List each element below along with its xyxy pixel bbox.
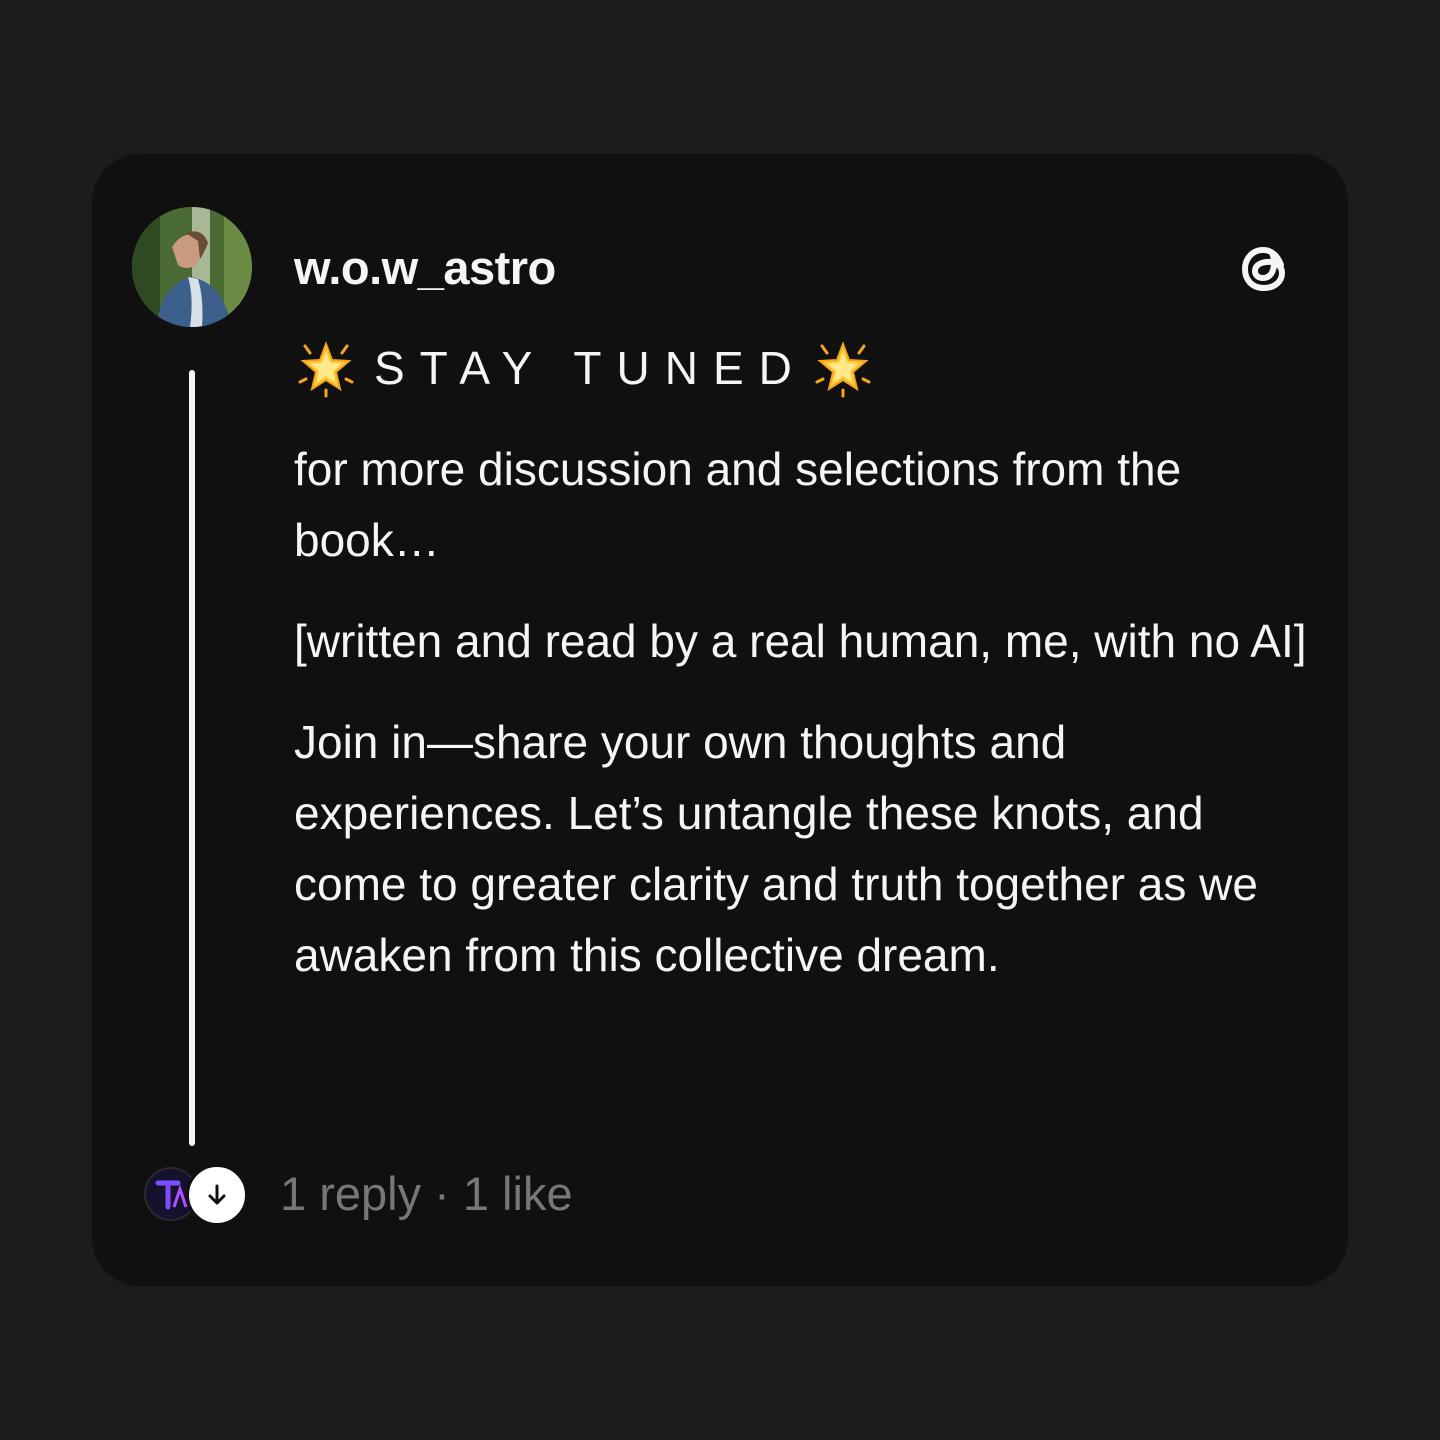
author-username[interactable]: w.o.w_astro bbox=[294, 240, 556, 296]
headline-text: STAY TUNED bbox=[374, 342, 807, 394]
threads-logo-icon[interactable] bbox=[1230, 232, 1302, 304]
post-card: w.o.w_astro STAY TUNED for more discussi… bbox=[92, 154, 1348, 1286]
stats-separator: · bbox=[434, 1167, 450, 1220]
headline: STAY TUNED bbox=[296, 336, 873, 400]
post-paragraph: for more discussion and selections from … bbox=[294, 443, 1182, 566]
arrow-down-icon bbox=[208, 1184, 226, 1205]
expand-replies-button[interactable] bbox=[186, 1164, 248, 1226]
post-paragraph: Join in—share your own thoughts and expe… bbox=[294, 716, 1258, 981]
like-count[interactable]: 1 like bbox=[463, 1167, 573, 1220]
engagement-stats: 1 reply · 1 like bbox=[280, 1164, 573, 1224]
post-footer: 1 reply · 1 like bbox=[144, 1164, 573, 1226]
reply-count[interactable]: 1 reply bbox=[280, 1167, 421, 1220]
reply-avatars[interactable] bbox=[144, 1164, 248, 1226]
glowing-star-icon bbox=[298, 341, 354, 398]
post-paragraph: [written and read by a real human, me, w… bbox=[294, 615, 1307, 667]
glowing-star-icon bbox=[815, 341, 871, 398]
avatar-photo bbox=[132, 207, 252, 327]
post-body: for more discussion and selections from … bbox=[294, 434, 1314, 1021]
author-avatar[interactable] bbox=[132, 207, 252, 327]
thread-line bbox=[189, 370, 195, 1146]
